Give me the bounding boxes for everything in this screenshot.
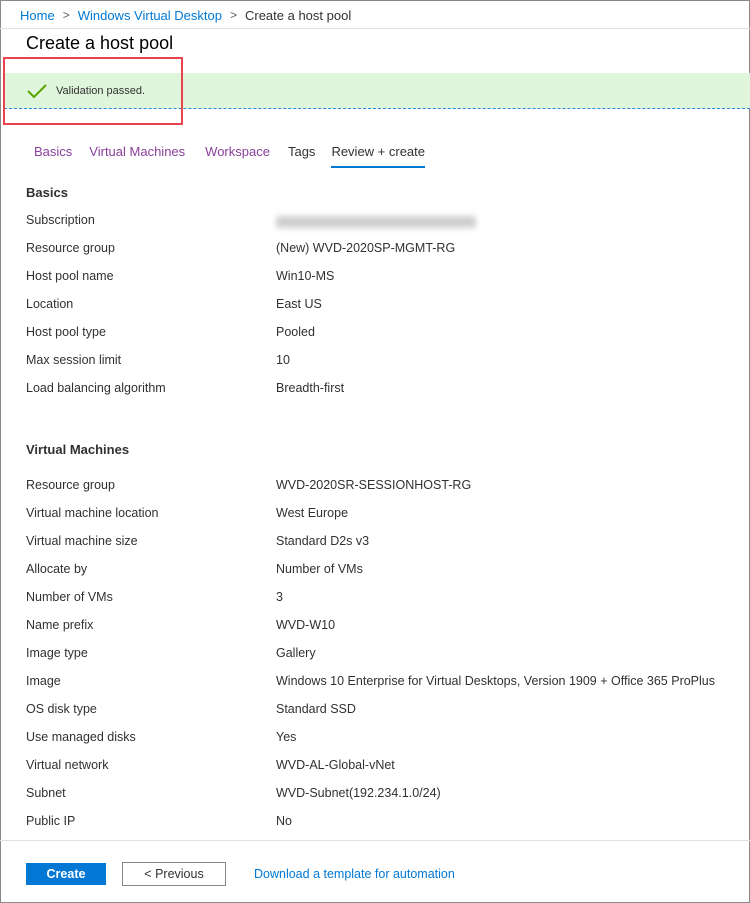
chevron-right-icon: > [229, 8, 237, 22]
breadcrumb-windows-virtual-desktop[interactable]: Windows Virtual Desktop [78, 8, 222, 23]
detail-value: WVD-W10 [276, 618, 336, 632]
detail-value: Pooled [276, 325, 315, 339]
detail-value: Standard D2s v3 [276, 534, 370, 548]
create-button[interactable]: Create [26, 863, 106, 885]
breadcrumb-home[interactable]: Home [20, 8, 55, 23]
detail-label: OS disk type [26, 702, 97, 716]
tab-workspace[interactable]: Workspace [205, 144, 270, 168]
detail-label: Host pool name [26, 269, 114, 283]
detail-value: WVD-2020SR-SESSIONHOST-RG [276, 478, 472, 492]
detail-label: Resource group [26, 241, 115, 255]
detail-label: Max session limit [26, 353, 122, 367]
tab-virtual-machines[interactable]: Virtual Machines [89, 144, 185, 168]
previous-button[interactable]: < Previous [122, 862, 226, 886]
chevron-right-icon: > [62, 8, 70, 22]
detail-label: Location [26, 297, 74, 311]
page-title: Create a host pool [26, 33, 174, 53]
tab-review-create[interactable]: Review + create [331, 144, 425, 168]
detail-label: Number of VMs [26, 590, 113, 604]
detail-value: No [276, 814, 292, 828]
detail-value: Yes [276, 730, 297, 744]
detail-value: East US [276, 297, 322, 311]
tab-basics[interactable]: Basics [34, 144, 72, 168]
detail-value: WVD-AL-Global-vNet [276, 758, 395, 772]
detail-value: 3 [276, 590, 283, 604]
detail-label: Subscription [26, 213, 95, 227]
detail-label: Allocate by [26, 562, 88, 576]
detail-label: Host pool type [26, 325, 106, 339]
detail-value: Win10-MS [276, 269, 335, 283]
section-heading-basics: Basics [26, 185, 68, 200]
detail-label: Virtual machine location [26, 506, 159, 520]
detail-label: Name prefix [26, 618, 94, 632]
detail-label: Use managed disks [26, 730, 136, 744]
detail-value: Number of VMs [276, 562, 363, 576]
subscription-value-redacted [276, 213, 476, 231]
detail-value: Windows 10 Enterprise for Virtual Deskto… [276, 674, 716, 688]
detail-label: Public IP [26, 814, 76, 828]
detail-label: Resource group [26, 478, 115, 492]
detail-value: Gallery [276, 646, 316, 660]
detail-value: Breadth-first [276, 381, 345, 395]
detail-label: Virtual machine size [26, 534, 138, 548]
detail-value: Standard SSD [276, 702, 356, 716]
detail-value: WVD-Subnet(192.234.1.0/24) [276, 786, 441, 800]
breadcrumb: Home > Windows Virtual Desktop > Create … [20, 7, 351, 23]
detail-label: Image type [26, 646, 88, 660]
download-template-link[interactable]: Download a template for automation [254, 867, 455, 881]
annotation-highlight-box [3, 57, 183, 125]
breadcrumb-current: Create a host pool [244, 7, 352, 23]
tab-tags[interactable]: Tags [288, 144, 315, 168]
detail-value: (New) WVD-2020SP-MGMT-RG [276, 241, 456, 255]
header-divider [0, 28, 750, 29]
detail-label: Load balancing algorithm [26, 381, 166, 395]
footer-divider [0, 840, 750, 841]
detail-label: Virtual network [26, 758, 109, 772]
section-heading-virtual-machines: Virtual Machines [26, 442, 130, 457]
detail-label: Image [26, 674, 61, 688]
tab-bar: Basics Virtual Machines Workspace Tags R… [34, 144, 425, 168]
detail-value: West Europe [276, 506, 349, 520]
detail-value: 10 [276, 353, 290, 367]
detail-label: Subnet [26, 786, 66, 800]
